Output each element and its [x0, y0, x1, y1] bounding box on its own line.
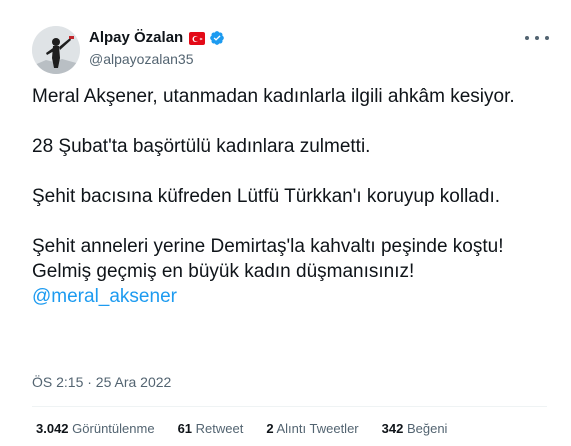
views-stat[interactable]: 3.042 Görüntülenme	[36, 421, 155, 436]
tweet-text: Meral Akşener, utanmadan kadınlarla ilgi…	[32, 84, 547, 309]
retweets-stat[interactable]: 61 Retweet	[178, 421, 244, 436]
turkish-flag-icon	[189, 31, 206, 45]
author-name[interactable]: Alpay Özalan	[89, 29, 183, 46]
mention-link[interactable]: @meral_aksener	[32, 286, 177, 307]
tweet-paragraph-3: Şehit bacısına küfreden Lütfü Türkkan'ı …	[32, 186, 500, 207]
more-options-icon[interactable]	[525, 28, 549, 48]
tweet-card: Alpay Özalan @alpayozalan35 Meral Akşene…	[0, 0, 571, 446]
tweet-timestamp[interactable]: ÖS 2:15 · 25 Ara 2022	[32, 374, 171, 390]
tweet-paragraph-4: Şehit anneleri yerine Demirtaş'la kahval…	[32, 236, 504, 282]
views-count: 3.042	[36, 421, 69, 436]
tweet-paragraph-2: 28 Şubat'ta başörtülü kadınlara zulmetti…	[32, 136, 371, 157]
quotes-count: 2	[266, 421, 274, 436]
avatar-image	[32, 26, 80, 74]
verified-badge-icon	[209, 30, 225, 46]
likes-stat[interactable]: 342 Beğeni	[382, 421, 448, 436]
author-handle[interactable]: @alpayozalan35	[89, 51, 194, 67]
retweets-label: Retweet	[195, 421, 244, 436]
views-label: Görüntülenme	[72, 421, 155, 436]
quotes-label: Alıntı Tweetler	[276, 421, 359, 436]
quotes-stat[interactable]: 2 Alıntı Tweetler	[266, 421, 358, 436]
retweets-count: 61	[177, 421, 193, 436]
likes-count: 342	[381, 421, 404, 436]
divider	[32, 406, 547, 407]
tweet-paragraph-1: Meral Akşener, utanmadan kadınlarla ilgi…	[32, 86, 515, 107]
engagement-stats: 3.042 Görüntülenme 61 Retweet 2 Alıntı T…	[36, 421, 470, 436]
avatar[interactable]	[32, 26, 80, 74]
author-name-row[interactable]: Alpay Özalan	[89, 29, 225, 46]
likes-label: Beğeni	[406, 421, 448, 436]
